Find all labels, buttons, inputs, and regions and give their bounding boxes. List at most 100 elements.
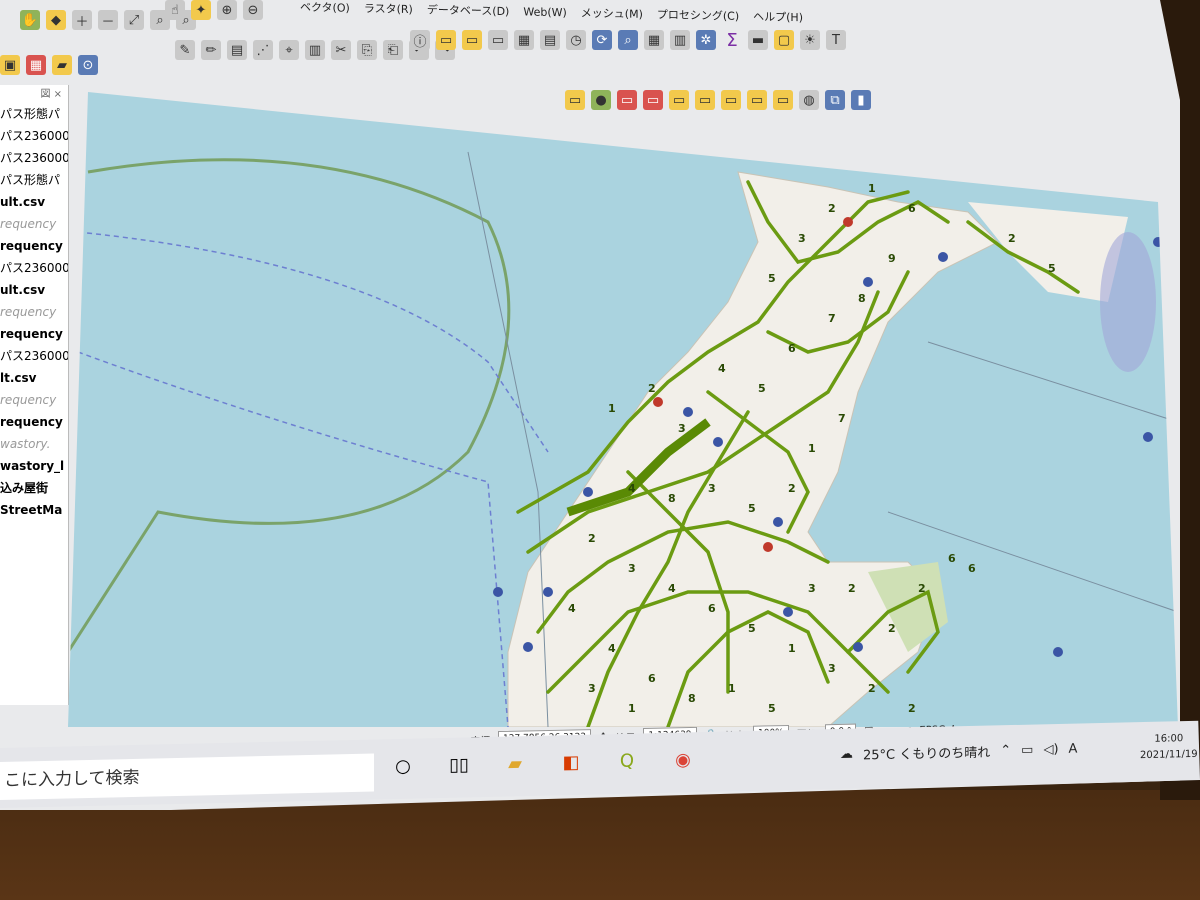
sigma-icon[interactable]: Σ <box>722 30 742 51</box>
add-delimited-layer-icon[interactable]: ▦ <box>26 55 46 75</box>
network-icon[interactable]: ▭ <box>1021 743 1033 758</box>
layer-item[interactable]: パス236000 <box>0 257 68 279</box>
cut-features-icon[interactable]: ✂ <box>331 40 351 60</box>
layer-item[interactable]: パス236000 <box>0 345 68 367</box>
layer-item[interactable]: パス236000 <box>0 147 68 169</box>
save-edits-icon[interactable]: ▤ <box>227 40 247 60</box>
layer-item[interactable]: ult.csv <box>0 279 68 301</box>
deselect-icon[interactable]: ▭ <box>488 30 508 50</box>
menu-database[interactable]: データベース(D) <box>427 1 510 19</box>
layer-item[interactable]: StreetMa <box>0 499 68 521</box>
field-calc-icon[interactable]: ▤ <box>540 30 560 50</box>
volume-icon[interactable]: ◁) <box>1043 742 1058 757</box>
ime-indicator[interactable]: A <box>1069 742 1078 757</box>
qgis-icon[interactable]: Q <box>614 747 640 774</box>
menu-mesh[interactable]: メッシュ(M) <box>581 5 643 22</box>
search-icon[interactable]: ⌕ <box>618 30 638 50</box>
edit-pencil-icon[interactable]: ✎ <box>175 40 195 60</box>
menu-web[interactable]: Web(W) <box>523 5 566 19</box>
layer-item[interactable]: requency <box>0 235 68 257</box>
settings-gear-icon[interactable]: ✲ <box>696 30 716 50</box>
layer-item[interactable]: wastory_l <box>0 455 68 477</box>
save-project-icon[interactable]: ⊙ <box>78 55 98 75</box>
pan-map-icon[interactable]: ☝ <box>165 0 185 20</box>
text-annotation-icon[interactable]: T <box>826 30 846 50</box>
select-feature-icon[interactable]: ▭ <box>436 30 456 50</box>
plugin-8-icon[interactable]: ▭ <box>747 90 767 110</box>
layer-item[interactable]: パス形態パ <box>0 103 68 125</box>
menu-raster[interactable]: ラスタ(R) <box>364 0 413 17</box>
python-console-icon[interactable]: ⧉ <box>825 90 845 110</box>
layer-item[interactable]: ult.csv <box>0 191 68 213</box>
zoom-out-2-icon[interactable]: ⊖ <box>243 0 263 20</box>
plugin-book-icon[interactable]: ▮ <box>851 90 871 110</box>
office-icon[interactable]: ◧ <box>558 749 584 776</box>
route-frequency-label: 2 <box>918 582 926 595</box>
menu-help[interactable]: ヘルプ(H) <box>753 8 803 25</box>
boundary-line <box>68 158 511 653</box>
zoom-in-icon[interactable]: ＋ <box>72 10 92 30</box>
layer-item[interactable]: requency <box>0 411 68 433</box>
zoom-in-2-icon[interactable]: ⊕ <box>217 0 237 20</box>
taskbar-search[interactable]: こに入力して検索 <box>0 753 374 800</box>
taskbar-clock[interactable]: 16:00 2021/11/19 <box>1140 731 1198 764</box>
measure-icon[interactable]: ◷ <box>566 30 586 50</box>
route-frequency-label: 6 <box>788 342 796 355</box>
refresh-icon[interactable]: ⟳ <box>592 30 612 50</box>
task-view-icon[interactable]: ▯▯ <box>446 751 472 778</box>
map-canvas[interactable]: 1 2 3 4 5 6 7 8 9 5 3 2 1 6 4 8 3 5 2 1 7 2 3 4 6 5 1 3 2 2 4 6 8 1 5 3 2 2 2 6… <box>68 92 1178 727</box>
statistics-table-icon[interactable]: ▦ <box>644 30 664 50</box>
plugin-4-icon[interactable]: ▭ <box>643 90 663 110</box>
copy-features-icon[interactable]: ⎘ <box>357 40 377 60</box>
plugin-2-icon[interactable]: ● <box>591 90 611 110</box>
delete-selected-icon[interactable]: ▥ <box>305 40 325 60</box>
chrome-icon[interactable]: ◉ <box>670 746 696 773</box>
add-feature-icon[interactable]: ⋰ <box>253 40 273 60</box>
file-explorer-icon[interactable]: ▰ <box>502 750 528 777</box>
toggle-edit-icon[interactable]: ✏ <box>201 40 221 60</box>
layer-item[interactable]: requency <box>0 389 68 411</box>
layer-item[interactable]: requency <box>0 323 68 345</box>
plugin-7-icon[interactable]: ▭ <box>721 90 741 110</box>
vertex-tool-icon[interactable]: ⌖ <box>279 40 299 60</box>
layout-icon[interactable]: ▥ <box>670 30 690 50</box>
menu-processing[interactable]: プロセシング(C) <box>657 6 739 24</box>
weather-text[interactable]: 25°C くもりのち晴れ <box>863 742 990 764</box>
plugin-3-icon[interactable]: ▭ <box>617 90 637 110</box>
plugin-5-icon[interactable]: ▭ <box>669 90 689 110</box>
pan-selection-icon[interactable]: ◆ <box>46 10 66 30</box>
select-value-icon[interactable]: ▭ <box>462 30 482 50</box>
plugin-1-icon[interactable]: ▭ <box>565 90 585 110</box>
layer-item[interactable]: wastory. <box>0 433 68 455</box>
layer-item[interactable]: requency <box>0 301 68 323</box>
route-frequency-label: 8 <box>688 692 696 705</box>
terminal-marker <box>763 542 773 552</box>
add-layer-icon[interactable]: ▣ <box>0 55 20 75</box>
layer-item[interactable]: パス形態パ <box>0 169 68 191</box>
identify-icon[interactable]: ⓘ <box>410 30 430 50</box>
cortana-icon[interactable]: ○ <box>390 753 416 780</box>
layer-item[interactable]: lt.csv <box>0 367 68 389</box>
annotation-icon[interactable]: ▢ <box>774 30 794 50</box>
weather-icon[interactable]: ☁ <box>840 747 853 762</box>
pan-to-selection-icon[interactable]: ✦ <box>191 0 211 20</box>
ruler-icon[interactable]: ▬ <box>748 30 768 50</box>
map-tips-icon[interactable]: ☀ <box>800 30 820 50</box>
plugin-6-icon[interactable]: ▭ <box>695 90 715 110</box>
layer-item[interactable]: requency <box>0 213 68 235</box>
bus-stop-marker <box>863 277 873 287</box>
plugin-9-icon[interactable]: ▭ <box>773 90 793 110</box>
new-layer-icon[interactable]: ▰ <box>52 55 72 75</box>
open-table-icon[interactable]: ▦ <box>514 30 534 50</box>
route-frequency-label: 6 <box>908 202 916 215</box>
zoom-full-icon[interactable]: ⤢ <box>124 10 144 30</box>
chevron-up-icon[interactable]: ⌃ <box>1000 743 1011 758</box>
paste-features-icon[interactable]: ⎗ <box>383 40 403 60</box>
layer-item[interactable]: 込み屋街 <box>0 477 68 499</box>
layer-item[interactable]: パス236000 <box>0 125 68 147</box>
route-frequency-label: 1 <box>808 442 816 455</box>
plugin-globe-icon[interactable]: ◍ <box>799 90 819 110</box>
pan-icon[interactable]: ✋ <box>20 10 40 30</box>
menu-vector[interactable]: ベクタ(O) <box>300 0 350 16</box>
zoom-out-icon[interactable]: － <box>98 10 118 30</box>
